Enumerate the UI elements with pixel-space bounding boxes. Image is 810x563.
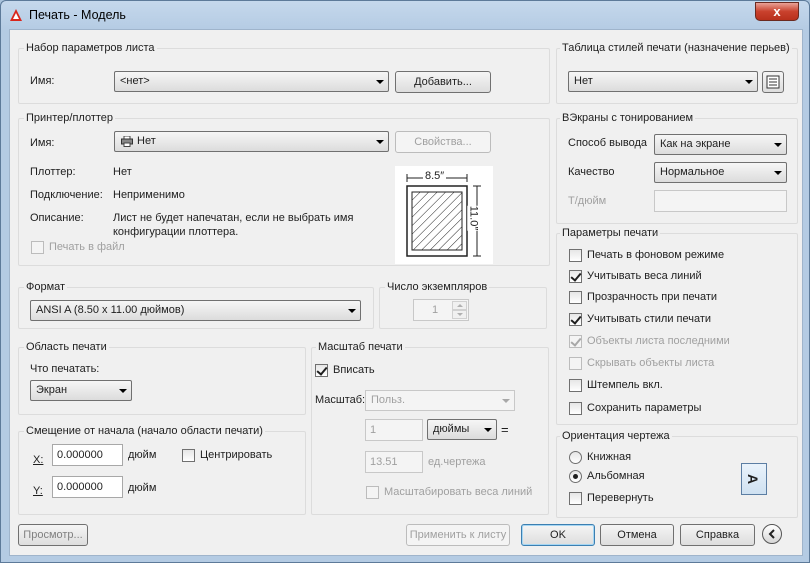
scale-unit-2-label: ед.чертежа (428, 456, 486, 468)
scale-title: Масштаб печати (316, 341, 405, 353)
plot-options-title: Параметры печати (560, 227, 661, 239)
offset-y-input[interactable]: 0.000000 (52, 476, 123, 498)
offset-x-label: X: (33, 454, 44, 466)
plot-style-combo[interactable]: Нет (568, 71, 758, 92)
shaded-viewport-title: ВЭкраны с тонированием (560, 112, 696, 124)
format-combo[interactable]: ANSI A (8.50 x 11.00 дюймов) (30, 300, 361, 321)
chevron-down-icon (502, 399, 510, 403)
chevron-down-icon (774, 143, 782, 147)
edit-table-icon (766, 75, 780, 89)
paper-width-label: 8.5″ (423, 170, 447, 182)
offset-title: Смещение от начала (начало области печат… (24, 425, 265, 437)
chevron-down-icon (745, 80, 753, 84)
printer-icon (121, 136, 133, 147)
description-line-1: Лист не будет напечатан, если не выбрать… (113, 212, 354, 224)
chevron-left-icon (768, 529, 775, 539)
orientation-title: Ориентация чертежа (560, 430, 672, 442)
paper-preview: 8.5″ 11.0″ (395, 166, 493, 264)
offset-x-input[interactable]: 0.000000 (52, 444, 123, 466)
scale-value-1-input[interactable]: 1 (365, 419, 423, 441)
description-label: Описание: (30, 212, 84, 224)
collapse-options-button[interactable] (762, 524, 782, 544)
format-title: Формат (24, 281, 68, 293)
what-to-plot-combo[interactable]: Экран (30, 380, 132, 401)
autocad-logo-icon (10, 9, 22, 21)
chevron-down-icon (376, 80, 384, 84)
printer-name-combo[interactable]: Нет (114, 131, 389, 152)
copies-spinner[interactable]: 1 (413, 299, 469, 321)
print-dialog-window: Печать - Модель x Набор параметров листа… (0, 0, 810, 563)
printer-title: Принтер/плоттер (24, 112, 116, 124)
plotter-label: Плоттер: (30, 166, 76, 178)
offset-x-unit: дюйм (128, 449, 157, 461)
scale-unit-combo[interactable]: дюймы (427, 419, 497, 440)
spin-down-icon[interactable] (452, 310, 467, 319)
add-page-setup-button[interactable]: Добавить... (395, 71, 491, 93)
scale-label: Масштаб: (315, 394, 366, 406)
chevron-down-icon (774, 171, 782, 175)
dpi-label: Т/дюйм (568, 195, 607, 207)
shade-plot-label: Способ вывода (568, 137, 647, 149)
offset-y-unit: дюйм (128, 482, 157, 494)
chevron-down-icon (119, 389, 127, 393)
chevron-down-icon (484, 428, 492, 432)
connection-value: Неприменимо (113, 189, 185, 201)
printer-name-label: Имя: (30, 137, 55, 149)
plot-area-title: Область печати (24, 341, 109, 353)
dpi-input[interactable] (654, 190, 787, 212)
title-bar[interactable]: Печать - Модель x (1, 1, 809, 29)
shade-plot-combo[interactable]: Как на экране (654, 134, 787, 155)
chevron-down-icon (348, 309, 356, 313)
window-title: Печать - Модель (29, 8, 126, 22)
offset-y-label: Y: (33, 485, 43, 497)
description-line-2: конфигурации плоттера. (113, 226, 239, 238)
plotter-value: Нет (113, 166, 132, 178)
scale-equals: = (501, 422, 509, 437)
scale-value-2-input[interactable]: 13.51 (365, 451, 423, 473)
copies-title: Число экземпляров (385, 281, 490, 293)
orientation-page-icon: A (741, 463, 767, 495)
quality-combo[interactable]: Нормальное (654, 162, 787, 183)
ok-button[interactable]: OK (521, 524, 595, 546)
chevron-down-icon (376, 140, 384, 144)
cancel-button[interactable]: Отмена (600, 524, 674, 546)
paper-height-label: 11.0″ (467, 205, 480, 231)
dialog-body: Набор параметров листа Имя: <нет> Добави… (9, 29, 803, 556)
connection-label: Подключение: (30, 189, 103, 201)
scale-combo[interactable]: Польз. (365, 390, 515, 411)
what-to-plot-label: Что печатать: (30, 363, 100, 375)
printer-properties-button[interactable]: Свойства... (395, 131, 491, 153)
page-setup-name-label: Имя: (30, 75, 55, 87)
edit-plot-style-button[interactable] (762, 71, 784, 93)
page-setup-name-combo[interactable]: <нет> (114, 71, 389, 92)
close-button[interactable]: x (755, 2, 799, 21)
help-button[interactable]: Справка (680, 524, 755, 546)
plot-style-title: Таблица стилей печати (назначение перьев… (560, 42, 792, 54)
spin-up-icon[interactable] (452, 301, 467, 310)
quality-label: Качество (568, 166, 615, 178)
page-setup-title: Набор параметров листа (24, 42, 157, 54)
preview-button[interactable]: Просмотр... (18, 524, 88, 546)
apply-to-layout-button[interactable]: Применить к листу (406, 524, 510, 546)
